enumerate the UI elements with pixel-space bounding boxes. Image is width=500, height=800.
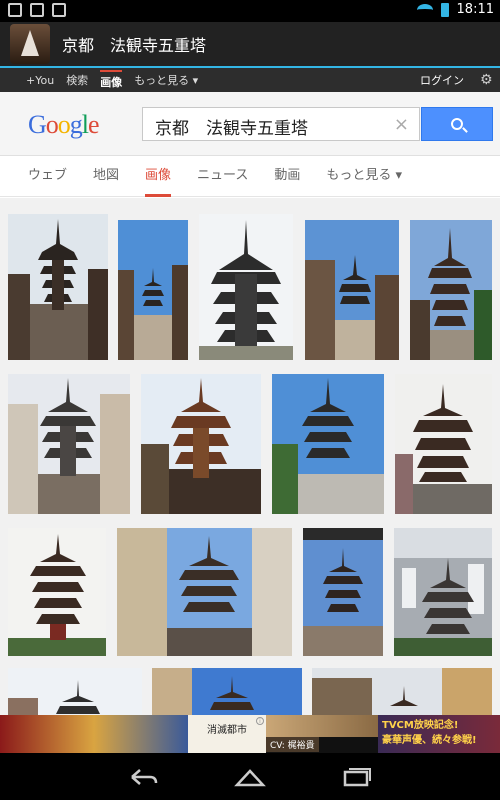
search-icon bbox=[451, 118, 463, 130]
tab-videos[interactable]: 動画 bbox=[274, 157, 300, 197]
tab-more[interactable]: もっと見る ▾ bbox=[326, 157, 402, 197]
wifi-icon bbox=[416, 3, 433, 16]
home-icon[interactable] bbox=[234, 767, 266, 787]
status-bar: 18:11 bbox=[0, 0, 500, 22]
image-result[interactable] bbox=[305, 220, 399, 360]
image-result[interactable] bbox=[395, 374, 492, 514]
logo-letter: o bbox=[57, 110, 71, 139]
status-time: 18:11 bbox=[456, 2, 494, 17]
ad-title: 消滅都市 bbox=[188, 715, 266, 753]
search-query: 京都 法観寺五重塔 bbox=[155, 119, 308, 139]
image-results-grid bbox=[0, 198, 500, 715]
google-bar-item-more[interactable]: もっと見る ▾ bbox=[134, 72, 198, 88]
image-result[interactable] bbox=[8, 668, 142, 715]
tab-web[interactable]: ウェブ bbox=[28, 157, 67, 197]
login-link[interactable]: ログイン bbox=[420, 72, 464, 88]
google-bar-item-images[interactable]: 画像 bbox=[100, 70, 123, 90]
ad-info-icon[interactable]: i bbox=[256, 717, 264, 725]
logo-letter: G bbox=[28, 110, 47, 139]
search-input[interactable]: 京都 法観寺五重塔 × bbox=[142, 107, 420, 141]
image-result[interactable] bbox=[199, 214, 293, 360]
image-result[interactable] bbox=[152, 668, 302, 715]
app-action-bar: 京都 法観寺五重塔 bbox=[0, 22, 500, 66]
battery-icon bbox=[440, 2, 449, 17]
tab-news[interactable]: ニュース bbox=[197, 157, 248, 197]
ad-promo: TVCM放映記念! 豪華声優、続々参戦! bbox=[378, 715, 500, 753]
image-result[interactable] bbox=[141, 374, 261, 514]
page-title: 京都 法観寺五重塔 bbox=[62, 36, 207, 55]
google-logo[interactable]: Google bbox=[28, 110, 100, 140]
google-bar-item-plus-you[interactable]: +You bbox=[26, 74, 54, 87]
system-nav-bar bbox=[0, 753, 500, 800]
ad-image bbox=[0, 715, 188, 753]
search-button[interactable] bbox=[421, 107, 493, 141]
image-result[interactable] bbox=[303, 528, 383, 656]
image-result[interactable] bbox=[117, 528, 292, 656]
ad-cv-text: CV: 梶裕貴 bbox=[266, 737, 319, 752]
search-area: Google 京都 法観寺五重塔 × bbox=[0, 92, 500, 156]
tab-maps[interactable]: 地図 bbox=[93, 157, 119, 197]
back-icon[interactable] bbox=[128, 767, 160, 787]
google-bar-item-search[interactable]: 検索 bbox=[66, 72, 88, 88]
image-result[interactable] bbox=[312, 668, 492, 715]
ad-promo-line2: 豪華声優、続々参戦! bbox=[382, 735, 477, 746]
image-result[interactable] bbox=[410, 220, 492, 360]
logo-letter: g bbox=[69, 110, 83, 139]
clear-icon[interactable]: × bbox=[394, 114, 409, 135]
ad-banner[interactable]: 消滅都市 i CV: 梶裕貴 TVCM放映記念! 豪華声優、続々参戦! bbox=[0, 715, 500, 753]
tab-images[interactable]: 画像 bbox=[145, 157, 172, 197]
image-result[interactable] bbox=[8, 374, 130, 514]
logo-letter: e bbox=[88, 110, 100, 139]
gear-icon[interactable]: ⚙ bbox=[480, 73, 494, 87]
notification-icon bbox=[30, 3, 44, 17]
notification-icons bbox=[8, 3, 66, 17]
google-bar: +You 検索 画像 もっと見る ▾ ログイン ⚙ bbox=[0, 68, 500, 92]
notification-icon bbox=[52, 3, 66, 17]
image-result[interactable] bbox=[272, 374, 384, 514]
recent-apps-icon[interactable] bbox=[342, 767, 372, 787]
ad-promo-line1: TVCM放映記念! bbox=[382, 720, 459, 731]
search-tabs: ウェブ 地図 画像 ニュース 動画 もっと見る ▾ bbox=[0, 157, 500, 197]
app-icon[interactable] bbox=[10, 24, 50, 64]
image-result[interactable] bbox=[394, 528, 492, 656]
logo-letter: o bbox=[45, 110, 59, 139]
image-result[interactable] bbox=[118, 220, 188, 360]
image-result[interactable] bbox=[8, 528, 106, 656]
image-result[interactable] bbox=[8, 214, 108, 360]
notification-icon bbox=[8, 3, 22, 17]
ad-artwork bbox=[266, 715, 378, 737]
